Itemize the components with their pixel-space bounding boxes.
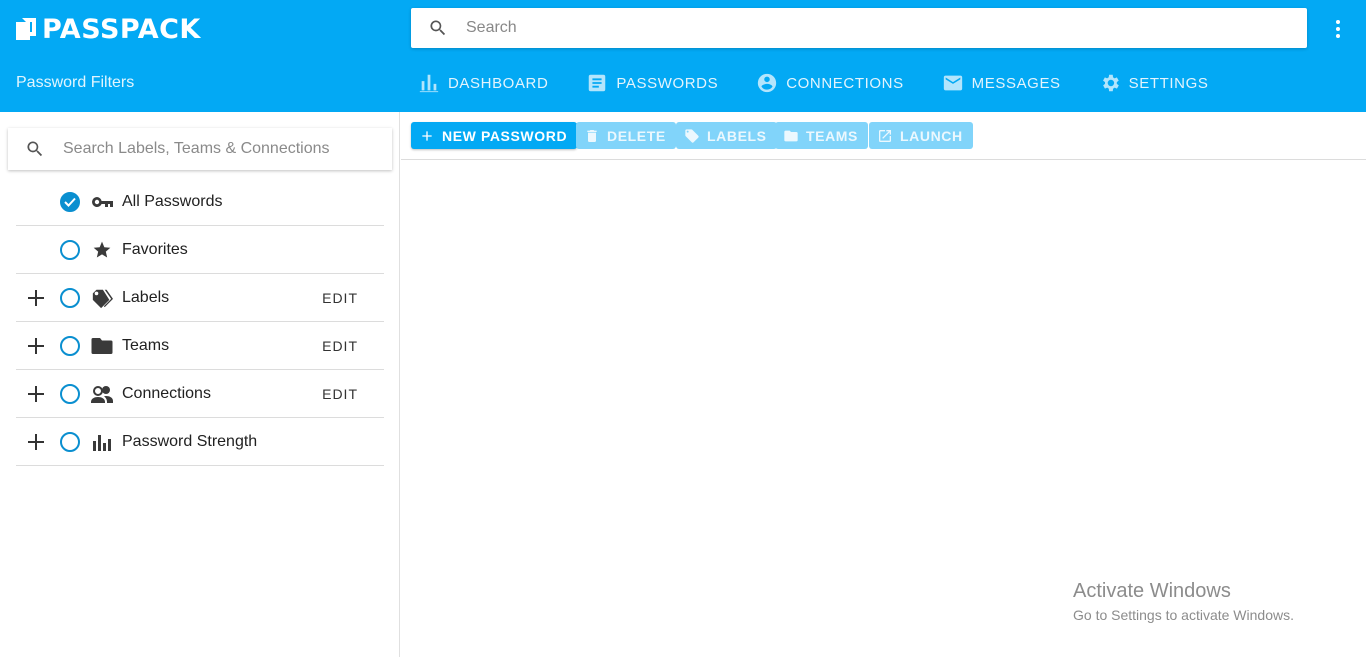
filter-password-strength[interactable]: Password Strength (16, 418, 384, 466)
filter-label: Password Strength (122, 432, 258, 450)
nav-connections-label: CONNECTIONS (786, 74, 904, 92)
watermark-subtitle: Go to Settings to activate Windows. (1073, 607, 1294, 623)
filter-label: Favorites (122, 240, 188, 258)
filter-connections[interactable]: Connections EDIT (16, 370, 384, 418)
launch-label: LAUNCH (900, 127, 963, 144)
delete-label: DELETE (607, 127, 666, 144)
logo-text: PASSPACK (42, 13, 201, 45)
search-icon (27, 141, 43, 157)
document-icon (589, 74, 606, 92)
plus-icon (422, 130, 432, 141)
trash-icon (587, 129, 597, 142)
main-nav: DASHBOARD PASSWORDS CONNECTIONS MESSAGES… (418, 70, 1208, 96)
activate-windows-watermark: Activate Windows Go to Settings to activ… (1073, 580, 1294, 623)
nav-dashboard[interactable]: DASHBOARD (418, 72, 548, 94)
expand-plus-icon[interactable] (28, 289, 44, 306)
edit-connections-button[interactable]: EDIT (322, 386, 358, 402)
nav-passwords[interactable]: PASSWORDS (586, 72, 718, 94)
global-search (411, 8, 1307, 48)
new-password-label: NEW PASSWORD (442, 127, 568, 144)
bar-chart-icon (419, 74, 439, 93)
filter-label: Teams (122, 336, 170, 354)
bar-chart-icon (91, 431, 113, 453)
labels-label: LABELS (707, 127, 767, 144)
account-circle-icon (758, 73, 777, 93)
radio-icon[interactable] (60, 335, 80, 356)
nav-messages-label: MESSAGES (971, 74, 1061, 92)
filter-label: Connections (122, 384, 211, 402)
expand-plus-icon[interactable] (28, 385, 44, 402)
filter-labels[interactable]: Labels EDIT (16, 274, 384, 322)
label-icon (685, 128, 699, 143)
delete-button[interactable]: DELETE (576, 122, 676, 149)
password-filters-title: Password Filters (16, 74, 135, 91)
search-icon (430, 20, 446, 36)
nav-settings-label: SETTINGS (1128, 74, 1209, 92)
filter-list: All Passwords Favorites Labels EDIT Team… (16, 178, 384, 466)
radio-icon[interactable] (60, 431, 80, 452)
logo-mark-icon (16, 18, 36, 40)
filter-search-input[interactable] (63, 140, 363, 158)
nav-settings[interactable]: SETTINGS (1099, 72, 1209, 94)
filter-teams[interactable]: Teams EDIT (16, 322, 384, 370)
radio-icon[interactable] (60, 239, 80, 260)
open-in-new-icon (879, 129, 891, 142)
password-toolbar: NEW PASSWORD DELETE LABELS TEAMS LAUNCH (401, 112, 1366, 160)
edit-teams-button[interactable]: EDIT (322, 338, 358, 354)
folder-icon (784, 130, 798, 141)
new-password-button[interactable]: NEW PASSWORD (411, 122, 578, 149)
filter-all-passwords[interactable]: All Passwords (16, 178, 384, 226)
launch-button[interactable]: LAUNCH (869, 122, 973, 149)
teams-label: TEAMS (806, 127, 858, 144)
nav-dashboard-label: DASHBOARD (448, 74, 549, 92)
filter-label: Labels (122, 288, 170, 306)
folder-icon (91, 335, 113, 357)
global-search-input[interactable] (466, 19, 1266, 37)
nav-messages[interactable]: MESSAGES (942, 72, 1061, 94)
filter-label: All Passwords (122, 192, 223, 210)
gear-icon (1102, 74, 1119, 92)
checked-radio-icon[interactable] (60, 191, 80, 212)
key-icon (91, 191, 113, 213)
people-icon (91, 383, 113, 405)
watermark-title: Activate Windows (1073, 580, 1231, 602)
labels-button[interactable]: LABELS (676, 122, 777, 149)
expand-plus-icon[interactable] (28, 337, 44, 354)
passpack-logo[interactable]: PASSPACK (16, 13, 201, 45)
expand-plus-icon[interactable] (28, 433, 44, 450)
nav-connections[interactable]: CONNECTIONS (756, 72, 903, 94)
star-icon (91, 239, 113, 261)
edit-labels-button[interactable]: EDIT (322, 290, 358, 306)
radio-icon[interactable] (60, 383, 80, 404)
nav-passwords-label: PASSWORDS (616, 74, 719, 92)
more-options-icon[interactable] (1326, 17, 1350, 41)
radio-icon[interactable] (60, 287, 80, 308)
teams-button[interactable]: TEAMS (775, 122, 868, 149)
app-bar: PASSPACK Password Filters DASHBOARD PASS… (0, 0, 1366, 112)
filter-search (8, 128, 392, 170)
filter-favorites[interactable]: Favorites (16, 226, 384, 274)
mail-icon (943, 75, 962, 91)
labels-icon (91, 287, 113, 309)
filters-sidebar: All Passwords Favorites Labels EDIT (0, 112, 400, 657)
